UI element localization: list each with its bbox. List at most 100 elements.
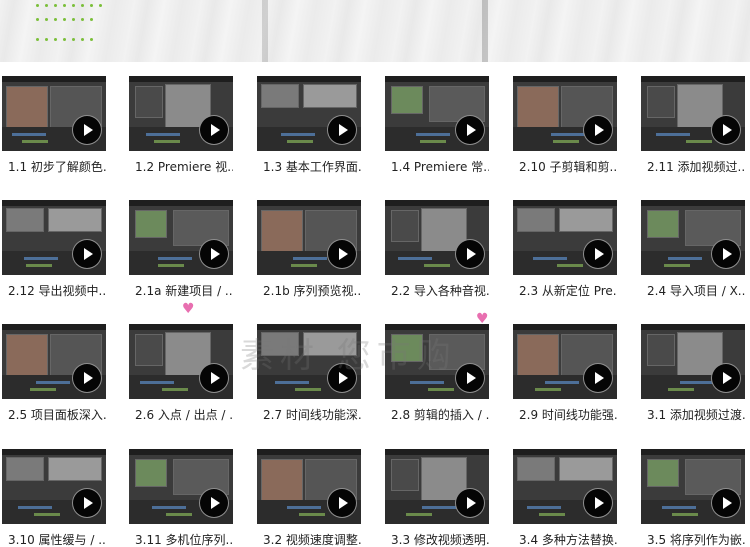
lesson-title[interactable]: 2.6 入点 / 出点 / ... <box>135 408 233 422</box>
thumbnail-panel <box>6 457 44 481</box>
play-icon[interactable] <box>72 363 102 393</box>
lesson-thumbnail[interactable] <box>513 76 617 151</box>
lesson-thumbnail[interactable] <box>385 200 489 275</box>
play-icon[interactable] <box>199 488 229 518</box>
play-icon[interactable] <box>199 363 229 393</box>
lesson-title[interactable]: 2.11 添加视频过... <box>647 160 745 174</box>
lesson-thumbnail[interactable] <box>513 324 617 399</box>
play-icon[interactable] <box>711 115 741 145</box>
lesson-title[interactable]: 2.10 子剪辑和剪... <box>519 160 617 174</box>
thumbnail-panel <box>6 208 44 232</box>
lesson-card[interactable]: 3.5 将序列作为嵌... <box>641 449 745 547</box>
lesson-card[interactable]: 3.2 视频速度调整... <box>257 449 361 547</box>
play-icon[interactable] <box>199 115 229 145</box>
lesson-thumbnail[interactable] <box>641 449 745 524</box>
lesson-thumbnail[interactable] <box>641 200 745 275</box>
lesson-card[interactable]: 2.3 从新定位 Pre... <box>513 200 617 298</box>
lesson-card[interactable]: 1.3 基本工作界面... <box>257 76 361 174</box>
lesson-title[interactable]: 3.10 属性缓与 / ... <box>8 533 106 547</box>
lesson-title[interactable]: 2.9 时间线功能强... <box>519 408 617 422</box>
lesson-thumbnail[interactable] <box>2 324 106 399</box>
lesson-card[interactable]: 1.2 Premiere 视... <box>129 76 233 174</box>
lesson-title[interactable]: 2.5 项目面板深入... <box>8 408 106 422</box>
play-icon[interactable] <box>711 488 741 518</box>
thumbnail-menubar <box>641 449 745 455</box>
lesson-title[interactable]: 2.2 导入各种音视... <box>391 284 489 298</box>
lesson-thumbnail[interactable] <box>257 200 361 275</box>
lesson-title[interactable]: 3.5 将序列作为嵌... <box>647 533 745 547</box>
lesson-thumbnail[interactable] <box>513 449 617 524</box>
lesson-card[interactable]: 1.4 Premiere 常... <box>385 76 489 174</box>
lesson-card[interactable]: 3.11 多机位序列... <box>129 449 233 547</box>
play-icon[interactable] <box>455 115 485 145</box>
lesson-thumbnail[interactable] <box>641 76 745 151</box>
play-icon[interactable] <box>711 239 741 269</box>
lesson-thumbnail[interactable] <box>129 76 233 151</box>
lesson-card[interactable]: 2.11 添加视频过... <box>641 76 745 174</box>
lesson-title[interactable]: 1.1 初步了解颜色... <box>8 160 106 174</box>
lesson-thumbnail[interactable] <box>257 76 361 151</box>
lesson-card[interactable]: 3.3 修改视频透明... <box>385 449 489 547</box>
play-icon[interactable] <box>583 239 613 269</box>
lesson-title[interactable]: 1.3 基本工作界面... <box>263 160 361 174</box>
play-icon[interactable] <box>583 488 613 518</box>
lesson-thumbnail[interactable] <box>641 324 745 399</box>
lesson-card[interactable]: 2.12 导出视频中... <box>2 200 106 298</box>
lesson-title[interactable]: 3.2 视频速度调整... <box>263 533 361 547</box>
lesson-thumbnail[interactable] <box>129 449 233 524</box>
lesson-thumbnail[interactable] <box>129 324 233 399</box>
lesson-card[interactable]: 3.10 属性缓与 / ... <box>2 449 106 547</box>
lesson-title[interactable]: 2.3 从新定位 Pre... <box>519 284 617 298</box>
lesson-title[interactable]: 2.7 时间线功能深... <box>263 408 361 422</box>
thumbnail-menubar <box>2 76 106 82</box>
lesson-thumbnail[interactable] <box>385 449 489 524</box>
play-icon[interactable] <box>455 488 485 518</box>
lesson-card[interactable]: 3.1 添加视频过渡... <box>641 324 745 422</box>
lesson-card[interactable]: 2.5 项目面板深入... <box>2 324 106 422</box>
lesson-thumbnail[interactable] <box>2 76 106 151</box>
decorative-dots <box>36 18 99 21</box>
lesson-card[interactable]: 2.9 时间线功能强... <box>513 324 617 422</box>
lesson-card[interactable]: 2.1a 新建项目 / ... <box>129 200 233 298</box>
lesson-thumbnail[interactable] <box>385 76 489 151</box>
decorative-dots <box>36 38 99 41</box>
thumbnail-panel <box>6 334 48 376</box>
thumbnail-menubar <box>513 324 617 330</box>
thumbnail-panel <box>261 210 303 252</box>
lesson-thumbnail[interactable] <box>2 200 106 275</box>
play-icon[interactable] <box>72 488 102 518</box>
lesson-title[interactable]: 1.4 Premiere 常... <box>391 160 489 174</box>
play-icon[interactable] <box>711 363 741 393</box>
lesson-card[interactable]: 2.2 导入各种音视... <box>385 200 489 298</box>
play-icon[interactable] <box>583 363 613 393</box>
lesson-thumbnail[interactable] <box>129 200 233 275</box>
lesson-card[interactable]: 2.4 导入项目 / X... <box>641 200 745 298</box>
lesson-title[interactable]: 3.3 修改视频透明... <box>391 533 489 547</box>
lesson-card[interactable]: 2.1b 序列预览视... <box>257 200 361 298</box>
lesson-thumbnail[interactable] <box>2 449 106 524</box>
play-icon[interactable] <box>583 115 613 145</box>
lesson-card[interactable]: 3.4 多种方法替换... <box>513 449 617 547</box>
lesson-title[interactable]: 3.1 添加视频过渡... <box>647 408 745 422</box>
play-icon[interactable] <box>455 363 485 393</box>
lesson-title[interactable]: 3.4 多种方法替换... <box>519 533 617 547</box>
lesson-card[interactable]: 2.6 入点 / 出点 / ... <box>129 324 233 422</box>
play-icon[interactable] <box>455 239 485 269</box>
play-icon[interactable] <box>327 239 357 269</box>
lesson-card[interactable]: 2.10 子剪辑和剪... <box>513 76 617 174</box>
play-icon[interactable] <box>72 239 102 269</box>
lesson-thumbnail[interactable] <box>513 200 617 275</box>
play-icon[interactable] <box>327 115 357 145</box>
lesson-title[interactable]: 2.12 导出视频中... <box>8 284 106 298</box>
lesson-title[interactable]: 2.8 剪辑的插入 / ... <box>391 408 489 422</box>
play-icon[interactable] <box>199 239 229 269</box>
lesson-title[interactable]: 2.1a 新建项目 / ... <box>135 284 233 298</box>
play-icon[interactable] <box>327 488 357 518</box>
lesson-title[interactable]: 2.1b 序列预览视... <box>263 284 361 298</box>
lesson-title[interactable]: 3.11 多机位序列... <box>135 533 233 547</box>
play-icon[interactable] <box>72 115 102 145</box>
lesson-thumbnail[interactable] <box>257 449 361 524</box>
lesson-title[interactable]: 1.2 Premiere 视... <box>135 160 233 174</box>
lesson-card[interactable]: 1.1 初步了解颜色... <box>2 76 106 174</box>
lesson-title[interactable]: 2.4 导入项目 / X... <box>647 284 745 298</box>
